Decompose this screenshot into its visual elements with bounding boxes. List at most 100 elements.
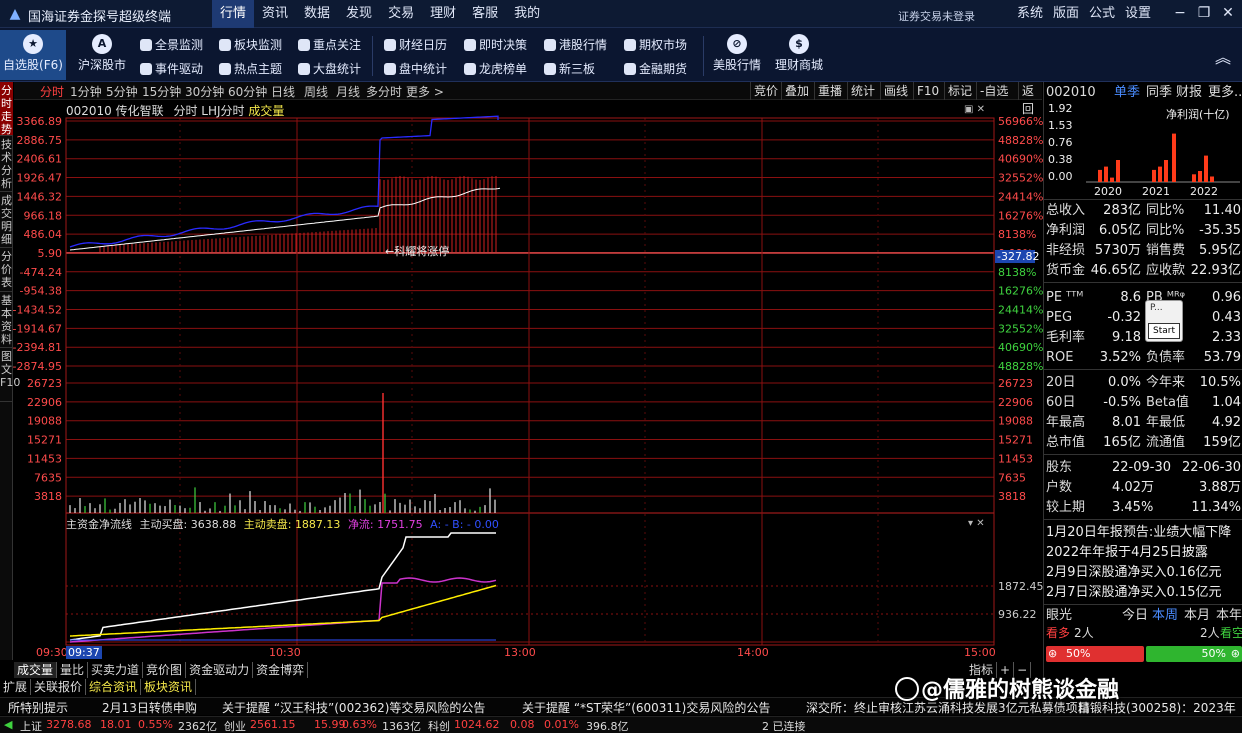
price-tick-left: -2394.81 [13,341,62,354]
chart-window-controls[interactable]: ▣ ✕ [964,104,985,115]
price-tick-left: -1914.67 [13,322,62,335]
price-tick-left: -1434.52 [13,304,62,317]
mini-year: 2022 [1190,185,1218,198]
news-item[interactable]: 2月13日转债申购 [102,699,197,716]
news-item[interactable]: 关于提醒 “汉王科技”(002362)等交易风险的公告 [222,699,485,716]
price-axis-right: 56966% 48828% 40690% 32552% 24414% 16276% 8138… [998,115,1043,373]
yg-tab-month[interactable]: 本月 [1184,606,1210,625]
bear-bar[interactable]: 50% ⊛ [1146,646,1242,662]
tab-extend[interactable]: 扩展 [0,679,32,695]
volume-bars [69,393,496,513]
indicator-auction[interactable]: 竞价图 [143,662,187,678]
mini-bar [1172,133,1176,182]
rp-row: 毛利率 9.18 2.33 [1046,330,1241,345]
close-button[interactable]: ✕ [1216,0,1240,26]
stock-news-item[interactable]: 2022年年报于4月25日披露 [1046,543,1241,562]
rp-row: 货币金 46.65亿 应收款 22.93亿 [1046,263,1241,278]
indicator-volume-ratio[interactable]: 量比 [57,662,89,678]
price-tick-right: 8138% [998,266,1036,279]
rp-tab-more[interactable]: 更多.. [1208,83,1242,102]
rp-row: 非经损 5730万 销售费 5.95亿 [1046,243,1241,258]
price-tick-right: 24414% [998,190,1043,203]
collapse-toolbar-icon[interactable]: ︽ [1215,44,1231,68]
mini-y-tick: 0.00 [1048,170,1073,183]
start-button[interactable]: Start [1148,323,1180,339]
price-tick-right: 40690% [998,341,1043,354]
mini-bar [1210,176,1214,182]
status-bar: ◀ 上证 3278.68 18.01 0.55% 2362亿 创业 2561.1… [0,716,1242,733]
indicator-tabs: 成交量 量比 买卖力道 竞价图 资金驱动力 资金博弈 [14,662,309,678]
rp-row: 总市值 165亿 流通值 159亿 [1046,435,1241,450]
bull-icon: ⊛ [1048,647,1058,660]
stock-news-item[interactable]: 2月7日深股通净买入0.15亿元 [1046,583,1241,602]
price-tick-right: 32552% [998,322,1043,335]
speaker-icon[interactable]: ◀ [4,718,12,731]
mini-bar [1204,155,1208,182]
price-tick-right: 8138% [998,228,1036,241]
mini-bar [1116,160,1120,182]
window-controls: − ❐ ✕ [1168,0,1240,26]
yg-tab-year[interactable]: 本年 [1216,606,1242,625]
rp-row: 总收入 283亿 同比% 11.40 [1046,203,1241,218]
rp-tab-report[interactable]: 财报 [1176,83,1202,102]
minimize-button[interactable]: − [1168,0,1192,26]
indicator-capital-drive[interactable]: 资金驱动力 [186,662,254,678]
news-item[interactable]: 所特别提示 [8,699,68,716]
volume-tick-right: 3818 [998,490,1026,503]
stock-news-item[interactable]: 1月20日年报预告:业绩大幅下降 [1046,523,1241,542]
menu-settings[interactable]: 设置 [1120,0,1156,28]
chart-header: 002010 传化智联 分时 LHJ分时 成交量 [66,102,284,119]
price-tick-right: 48828% [998,134,1043,147]
yg-tab-week[interactable]: 本周 [1152,606,1178,625]
time-0930: 09:30 [36,646,68,659]
indicator-volume[interactable]: 成交量 [14,662,58,678]
yg-tab-today[interactable]: 今日 [1122,606,1148,625]
rp-stock-code: 002010 [1046,85,1096,100]
volume-tick-left: 7635 [34,471,62,484]
info-tabs: 扩展 关联报价 综合资讯 板块资讯 [0,679,197,695]
tab-related-quotes[interactable]: 关联报价 [31,679,87,695]
volume-tick-right: 7635 [998,471,1026,484]
volume-tick-right: 26723 [998,377,1033,390]
chart-annotation: ←科耀将涨停 [385,244,449,258]
menu-layout[interactable]: 版面 [1048,0,1084,28]
mini-year: 2021 [1142,185,1170,198]
menu-formula[interactable]: 公式 [1084,0,1120,28]
bull-bar[interactable]: ⊛ 50% [1046,646,1144,662]
price-tick-left: 3366.89 [17,115,63,128]
rp-row: 年最高 8.01 年最低 4.92 [1046,415,1241,430]
flow-window-controls[interactable]: ▾ ✕ [968,518,985,529]
floating-popup[interactable]: P... Start [1145,300,1183,342]
bear-icon: ⊛ [1230,647,1240,660]
volume-tick-left: 22906 [27,396,62,409]
rp-tab-quarter[interactable]: 单季 [1114,83,1140,102]
news-item[interactable]: 关于提醒 “*ST荣华”(600311)交易风险的公告 [522,699,770,716]
net-profit-mini-chart: 1.92 1.53 0.76 0.38 0.00 净利润(十亿) 2020 2021 2022 [1048,102,1240,198]
mini-y-tick: 0.76 [1048,136,1073,149]
indicator-buy-sell-force[interactable]: 买卖力道 [88,662,144,678]
tab-general-news[interactable]: 综合资讯 [86,679,142,695]
volume-tick-left: 15271 [27,434,62,447]
flow-tick: 936.22 [998,608,1037,621]
rp-tab-same-quarter[interactable]: 同季 [1146,83,1172,102]
volume-tick-right: 19088 [998,415,1033,428]
tab-sector-news[interactable]: 板块资讯 [141,679,197,695]
price-tick-left: 5.90 [38,247,63,260]
rp-row: 净利润 6.05亿 同比% -35.35 [1046,223,1241,238]
mini-bar [1104,166,1108,182]
mini-year: 2020 [1094,185,1122,198]
flow-tick: 1872.45 [998,580,1043,593]
mini-y-tick: 1.92 [1048,102,1073,115]
price-tick-left: 2886.75 [17,134,63,147]
indicator-capital-game[interactable]: 资金博弈 [253,662,309,678]
restore-button[interactable]: ❐ [1192,0,1216,26]
price-tick-left: -2874.95 [13,360,62,373]
volume-tick-right: 11453 [998,452,1033,465]
mini-bar [1158,166,1162,182]
time-axis: 09:30 09:37 10:30 13:00 14:00 15:00 [14,646,1042,660]
intraday-chart[interactable]: 3366.89 2886.75 2406.61 1926.47 1446.32 966.1… [0,0,1043,660]
stock-news-item[interactable]: 2月9日深股通净买入0.16亿元 [1046,563,1241,582]
price-tick-right: 48828% [998,360,1043,373]
chart-grid [65,117,995,646]
bear-count: 2人 [1200,626,1220,640]
